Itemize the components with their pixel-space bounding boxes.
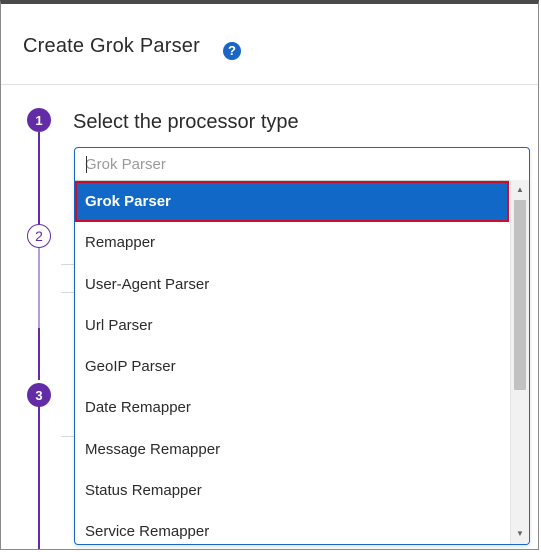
- option-remapper[interactable]: Remapper: [75, 222, 511, 263]
- options-scrollbar[interactable]: ▲ ▼: [510, 180, 529, 544]
- step-connector-3: [38, 404, 40, 549]
- step-connector-2b: [38, 328, 40, 380]
- option-message-remapper[interactable]: Message Remapper: [75, 429, 511, 470]
- dialog-header: Create Grok Parser ?: [1, 4, 538, 85]
- processor-type-select[interactable]: Grok Parser Remapper User-Agent Parser U…: [74, 147, 530, 545]
- dialog-title: Create Grok Parser: [23, 35, 200, 57]
- scroll-up-arrow-icon[interactable]: ▲: [511, 182, 529, 198]
- option-status-remapper[interactable]: Status Remapper: [75, 470, 511, 511]
- step-3-badge: 3: [27, 383, 51, 407]
- step-connector-2: [38, 248, 40, 328]
- step-connector-1: [38, 132, 40, 224]
- step-1-badge: 1: [27, 108, 51, 132]
- scrollbar-thumb[interactable]: [514, 200, 526, 390]
- processor-options-list: Grok Parser Remapper User-Agent Parser U…: [75, 180, 511, 544]
- option-url-parser[interactable]: Url Parser: [75, 305, 511, 346]
- question-circle-icon[interactable]: ?: [223, 42, 241, 60]
- step-1-label: Select the processor type: [73, 111, 299, 133]
- processor-search-field[interactable]: [75, 148, 529, 181]
- scroll-down-arrow-icon[interactable]: ▼: [511, 526, 529, 542]
- option-geoip-parser[interactable]: GeoIP Parser: [75, 346, 511, 387]
- option-service-remapper[interactable]: Service Remapper: [75, 511, 511, 544]
- step-2-badge: 2: [27, 224, 51, 248]
- create-grok-parser-dialog: Create Grok Parser ? 1 2 3 Select the pr…: [0, 0, 539, 550]
- text-cursor: [86, 156, 87, 173]
- processor-search-input[interactable]: [85, 154, 485, 174]
- option-user-agent-parser[interactable]: User-Agent Parser: [75, 264, 511, 305]
- option-grok-parser[interactable]: Grok Parser: [75, 181, 509, 223]
- option-date-remapper[interactable]: Date Remapper: [75, 387, 511, 428]
